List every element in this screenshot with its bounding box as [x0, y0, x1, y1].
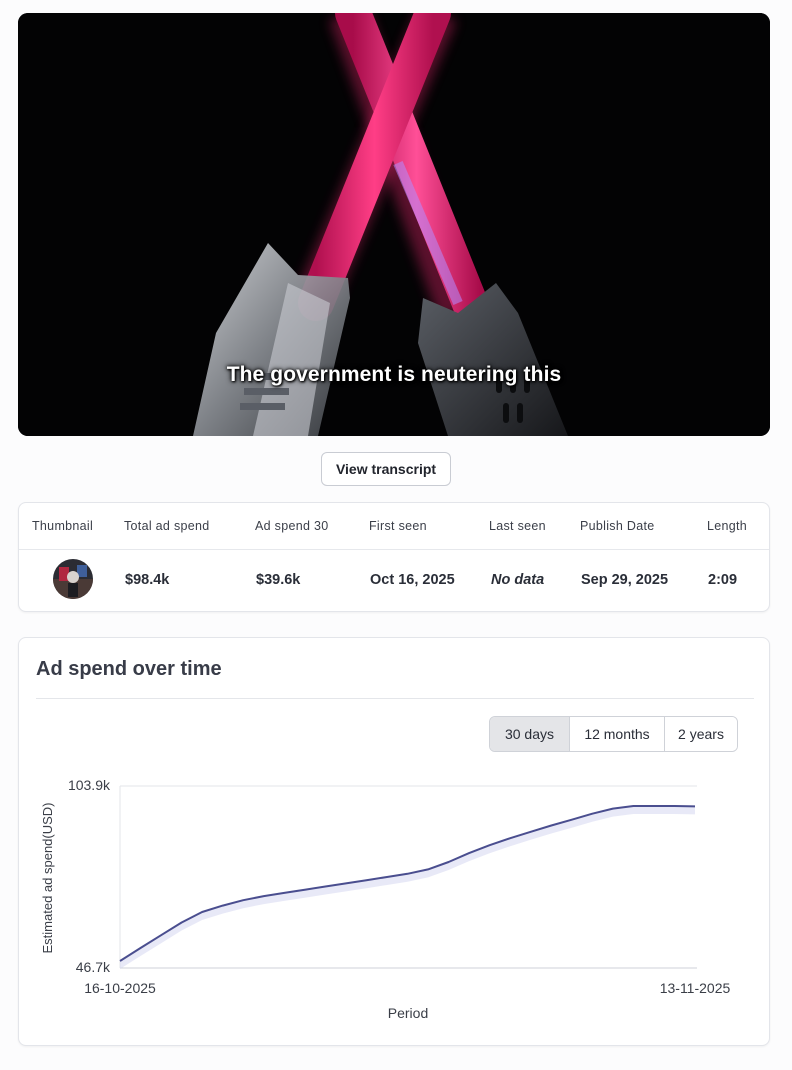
ad-spend-chart-card: Ad spend over time 30 days 12 months 2 y… — [18, 637, 770, 1046]
cell-total-ad-spend: $98.4k — [125, 572, 170, 588]
view-transcript-button[interactable]: View transcript — [321, 452, 451, 486]
cell-length: 2:09 — [708, 572, 738, 588]
header-length: Length — [707, 519, 748, 533]
series-area — [120, 806, 695, 969]
header-first-seen: First seen — [369, 519, 427, 533]
header-thumbnail: Thumbnail — [32, 519, 94, 533]
y-axis-title: Estimated ad spend(USD) — [40, 802, 55, 953]
header-last-seen: Last seen — [489, 519, 546, 533]
x-tick-label-start: 16-10-2025 — [84, 980, 156, 996]
cell-first-seen: Oct 16, 2025 — [370, 572, 455, 588]
chart-title: Ad spend over time — [36, 658, 222, 680]
video-player[interactable]: The government is neutering this — [18, 13, 770, 436]
range-2-years-button[interactable]: 2 years — [664, 717, 737, 751]
y-tick-label-max: 103.9k — [68, 777, 111, 793]
range-12-months-button[interactable]: 12 months — [569, 717, 664, 751]
header-ad-spend-30: Ad spend 30 — [255, 519, 329, 533]
video-thumbnail[interactable] — [53, 559, 93, 599]
cell-ad-spend-30: $39.6k — [256, 572, 301, 588]
video-caption: The government is neutering this — [226, 363, 562, 386]
x-tick-label-end: 13-11-2025 — [660, 980, 731, 996]
header-total-ad-spend: Total ad spend — [124, 519, 210, 533]
series-line — [119, 805, 696, 962]
range-selector: 30 days 12 months 2 years — [489, 716, 738, 752]
header-publish-date: Publish Date — [580, 519, 655, 533]
ad-stats-table: Thumbnail Total ad spend Ad spend 30 Fir… — [18, 502, 770, 612]
range-30-days-button[interactable]: 30 days — [490, 717, 569, 751]
ad-spend-chart: 103.9k 46.7k 16-10-2025 13-11-2025 Perio… — [40, 777, 731, 1021]
y-tick-label-min: 46.7k — [76, 959, 111, 975]
x-axis-title: Period — [388, 1005, 428, 1021]
cell-last-seen: No data — [491, 572, 545, 588]
divider — [36, 698, 754, 699]
cell-publish-date: Sep 29, 2025 — [581, 572, 669, 588]
